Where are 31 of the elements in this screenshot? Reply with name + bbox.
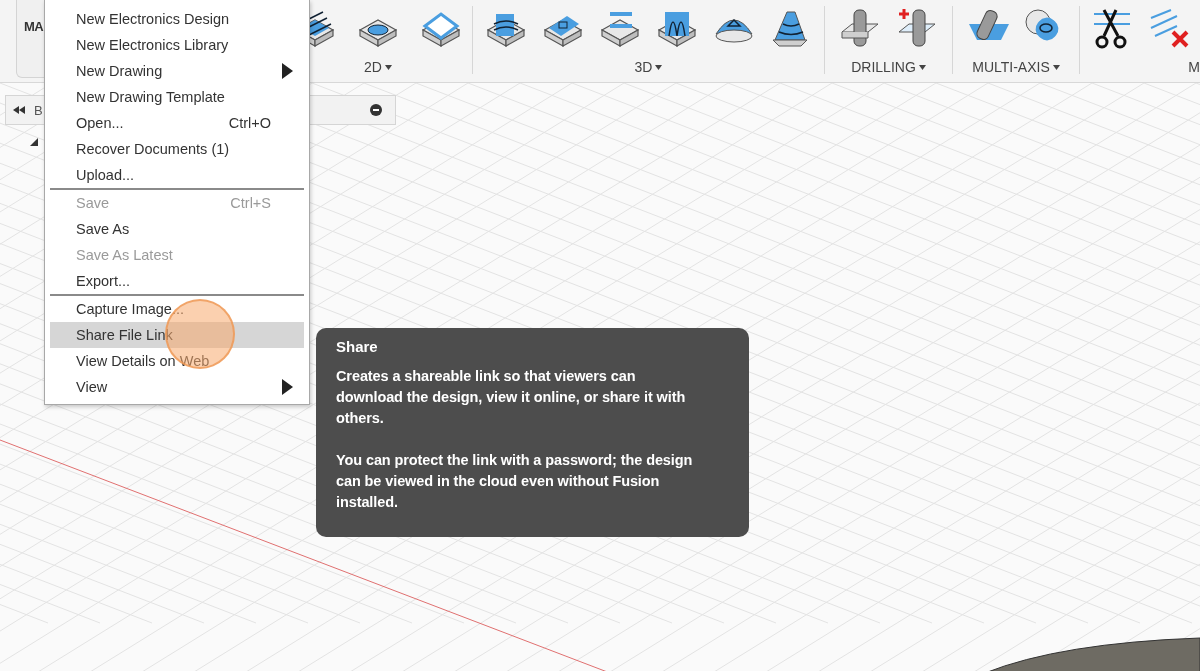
menu-item[interactable]: Save As <box>50 216 304 242</box>
submenu-arrow-icon <box>282 63 293 79</box>
toolbar-group-dropdown[interactable]: 3D <box>634 59 663 75</box>
menu-item[interactable]: New Electronics Library <box>50 32 304 58</box>
shortcut-text: Ctrl+O <box>228 115 271 131</box>
caret-icon <box>384 64 392 70</box>
toolbar-group-dropdown[interactable]: DRILLING <box>851 59 926 75</box>
minus-circle-icon[interactable] <box>370 104 382 116</box>
shortcut-text: Ctrl+S <box>230 195 271 211</box>
toolbar-group-dropdown[interactable]: MULTI-AXIS <box>972 59 1060 75</box>
menu-item[interactable]: Open... Ctrl+O <box>50 110 304 136</box>
menu-item[interactable]: New Drawing Template <box>50 84 304 110</box>
menu-item[interactable]: New Electronics Design <box>50 6 304 32</box>
menu-item[interactable]: View <box>50 374 304 400</box>
submenu-arrow-icon <box>282 379 293 395</box>
tooltip-title: Share <box>336 337 379 357</box>
tooltip-text: You can protect the link with a password; the design can be viewed in the cloud even without Fusion installed. <box>336 451 694 512</box>
menu-item[interactable]: View Details on Web <box>50 348 304 374</box>
caret-icon <box>918 64 926 70</box>
toolbar-group-dropdown[interactable]: M <box>1188 59 1200 75</box>
tooltip-text: Creates a shareable link so that viewers can download the design, view it online, or share it with others. <box>336 367 687 428</box>
browser-title: B <box>34 102 44 118</box>
collapse-icon[interactable] <box>13 106 25 114</box>
caret-icon <box>1052 64 1060 70</box>
toolbar-group-dropdown[interactable]: 2D <box>364 59 392 75</box>
expand-triangle-icon[interactable] <box>30 138 38 146</box>
menu-item[interactable]: New Drawing <box>50 58 304 84</box>
caret-icon <box>655 64 663 70</box>
menu-item[interactable]: Export... <box>50 268 304 294</box>
menu-item[interactable]: Upload... <box>50 162 304 188</box>
menu-item[interactable]: Recover Documents (1) <box>50 136 304 162</box>
